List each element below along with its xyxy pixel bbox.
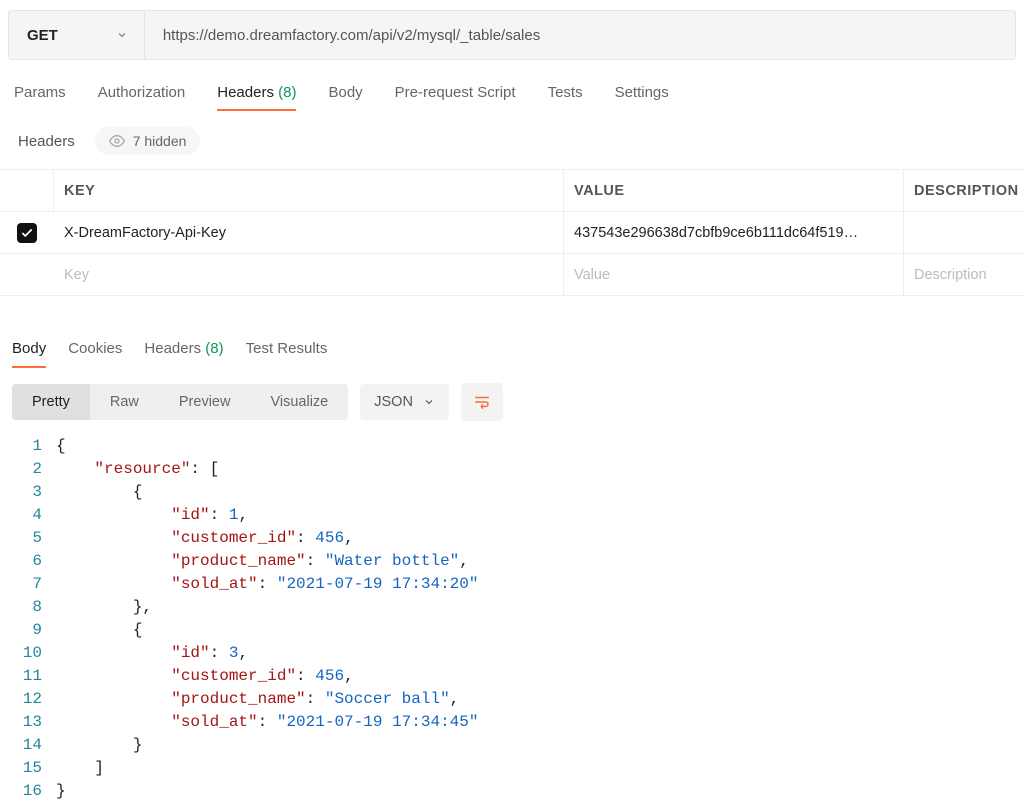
view-mode-preview[interactable]: Preview xyxy=(159,384,251,420)
wrap-icon xyxy=(473,393,491,411)
response-toolbar: Pretty Raw Preview Visualize JSON xyxy=(0,373,1024,431)
eye-icon xyxy=(109,133,125,149)
resp-tab-headers[interactable]: Headers (8) xyxy=(144,340,223,365)
table-row: X-DreamFactory-Api-Key 437543e296638d7cb… xyxy=(0,212,1024,254)
headers-subbar-label: Headers xyxy=(18,133,75,150)
resp-headers-count-badge: (8) xyxy=(205,340,223,357)
view-mode-raw[interactable]: Raw xyxy=(90,384,159,420)
tab-headers[interactable]: Headers (8) xyxy=(217,84,296,109)
response-tab-bar: Body Cookies Headers (8) Test Results xyxy=(0,296,1024,373)
headers-count-badge: (8) xyxy=(278,84,296,101)
tab-body[interactable]: Body xyxy=(328,84,362,109)
headers-table-header: KEY VALUE DESCRIPTION xyxy=(0,170,1024,212)
header-value-cell[interactable]: 437543e296638d7cbfb9ce6b111dc64f519… xyxy=(564,212,904,253)
line-number-gutter: 12345678910111213141516 xyxy=(0,435,56,803)
headers-subbar: Headers 7 hidden xyxy=(0,119,1024,169)
headers-table: KEY VALUE DESCRIPTION X-DreamFactory-Api… xyxy=(0,169,1024,296)
response-json-code[interactable]: { "resource": [ { "id": 1, "customer_id"… xyxy=(56,435,478,803)
tab-tests[interactable]: Tests xyxy=(548,84,583,109)
hidden-headers-label: 7 hidden xyxy=(133,133,187,149)
col-value: VALUE xyxy=(564,170,904,211)
wrap-lines-button[interactable] xyxy=(461,383,503,421)
response-format-label: JSON xyxy=(374,394,413,410)
new-header-value-input[interactable]: Value xyxy=(564,254,904,295)
tab-params[interactable]: Params xyxy=(14,84,66,109)
tab-authorization[interactable]: Authorization xyxy=(98,84,186,109)
hidden-headers-toggle[interactable]: 7 hidden xyxy=(95,127,201,155)
check-icon xyxy=(20,226,34,240)
view-mode-pretty[interactable]: Pretty xyxy=(12,384,90,420)
tab-settings[interactable]: Settings xyxy=(615,84,669,109)
response-body: 12345678910111213141516 { "resource": [ … xyxy=(0,431,1024,803)
col-description: DESCRIPTION xyxy=(904,170,1024,211)
request-tab-bar: Params Authorization Headers (8) Body Pr… xyxy=(0,60,1024,119)
resp-tab-test-results[interactable]: Test Results xyxy=(246,340,328,365)
http-method-select[interactable]: GET xyxy=(9,11,145,59)
response-format-select[interactable]: JSON xyxy=(360,384,449,420)
request-bar: GET https://demo.dreamfactory.com/api/v2… xyxy=(8,10,1016,60)
col-key: KEY xyxy=(54,170,564,211)
new-header-description-input[interactable]: Description xyxy=(904,254,1024,295)
view-mode-group: Pretty Raw Preview Visualize xyxy=(12,384,348,420)
table-row-new: Key Value Description xyxy=(0,254,1024,296)
tab-pre-request-script[interactable]: Pre-request Script xyxy=(395,84,516,109)
http-method-label: GET xyxy=(27,27,58,44)
request-url-input[interactable]: https://demo.dreamfactory.com/api/v2/mys… xyxy=(145,11,1015,59)
chevron-down-icon xyxy=(116,29,128,41)
new-header-key-input[interactable]: Key xyxy=(54,254,564,295)
resp-tab-body[interactable]: Body xyxy=(12,340,46,365)
chevron-down-icon xyxy=(423,396,435,408)
resp-tab-cookies[interactable]: Cookies xyxy=(68,340,122,365)
header-description-cell[interactable] xyxy=(904,212,1024,253)
request-url-text: https://demo.dreamfactory.com/api/v2/mys… xyxy=(163,27,540,44)
header-key-cell[interactable]: X-DreamFactory-Api-Key xyxy=(54,212,564,253)
row-enabled-checkbox[interactable] xyxy=(17,223,37,243)
view-mode-visualize[interactable]: Visualize xyxy=(250,384,348,420)
